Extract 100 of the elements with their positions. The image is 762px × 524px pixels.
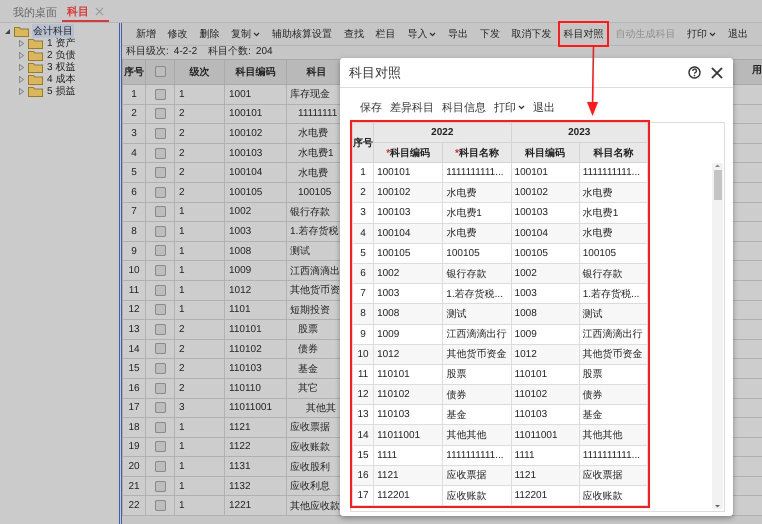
scrollbar[interactable] [712,163,723,509]
table-cell: 1111111111... [579,162,648,183]
checkbox[interactable] [154,324,166,335]
expand-toggle-icon[interactable] [18,40,25,46]
help-icon[interactable] [688,66,701,79]
scrollbar-thumb[interactable] [714,170,722,200]
table-cell: 100103 [374,202,443,224]
table-cell: 1 [174,84,224,104]
checkbox[interactable] [154,461,166,472]
toolbar-button[interactable]: 下发 [474,24,506,44]
table-cell: 银行存款 [442,263,512,284]
tree-item[interactable]: 会计科目 [32,24,74,38]
checkbox[interactable] [154,66,166,78]
checkbox[interactable] [154,108,166,120]
close-icon[interactable] [711,66,723,78]
toolbar-button[interactable]: 查找 [338,24,370,44]
toolbar-button[interactable]: 删除 [194,24,226,44]
table-cell: 12 [352,384,374,405]
toolbar-button[interactable]: 保存 [356,98,386,116]
toolbar-button[interactable]: 差异科目 [386,98,438,116]
toolbar-button[interactable]: 取消下发 [506,24,558,44]
toolbar-button[interactable]: 退出 [529,98,559,116]
column-header: 级次 [174,60,224,84]
checkbox[interactable] [154,226,166,237]
checkbox[interactable] [154,363,166,374]
toolbar-button[interactable]: 科目对照 [558,21,610,47]
checkbox[interactable] [154,343,166,354]
checkbox[interactable] [154,245,166,256]
table-cell: 10 [122,260,146,280]
expand-toggle-icon[interactable] [18,88,25,94]
table-cell: 水电费 [579,182,648,203]
checkbox[interactable] [154,304,166,316]
checkbox[interactable] [154,265,166,276]
table-cell: 21 [122,476,146,496]
tree-item[interactable]: 2 负债 [46,48,76,62]
table-cell: 15 [352,445,374,466]
checkbox[interactable] [154,148,166,158]
table-cell: 1 [352,162,374,183]
checkbox[interactable] [154,206,166,218]
scroll-down-icon[interactable] [713,504,722,509]
table-cell: 11 [352,364,374,385]
column-header: 序号 [122,60,146,84]
table-cell: 江西滴滴出行 [442,324,512,344]
column-group-header: 2022 [374,122,512,142]
table-cell: 5 [122,162,146,182]
toolbar-button[interactable]: 复制 [225,24,266,44]
checkbox[interactable] [154,284,166,296]
checkbox[interactable] [154,167,166,178]
table-cell: 6 [122,182,146,202]
table-cell: 8 [122,222,146,242]
tree-item[interactable]: 3 权益 [46,60,76,74]
toolbar-button[interactable]: 导出 [442,24,474,44]
table-cell: 2 [174,104,224,124]
expand-toggle-icon[interactable] [18,52,25,58]
expand-toggle-icon[interactable] [4,28,11,34]
checkbox[interactable] [154,186,166,198]
toolbar-button[interactable]: 导入 [401,24,442,44]
toolbar-button[interactable]: 栏目 [370,24,402,44]
toolbar-button[interactable]: 科目信息 [438,98,490,116]
table-cell: 水电费1 [442,202,512,224]
scroll-up-icon[interactable] [713,163,722,168]
table-cell: 15 [122,358,146,378]
toolbar-button[interactable]: 新增 [130,24,162,44]
checkbox[interactable] [154,88,166,100]
checkbox[interactable] [154,480,166,492]
checkbox[interactable] [154,422,166,433]
table-cell: 基金 [579,404,648,425]
table-cell: 4 [352,223,374,244]
table-cell: 110102 [224,339,286,359]
tree-item[interactable]: 5 损益 [46,84,76,98]
table-cell: 1009 [374,324,443,344]
toolbar-button[interactable]: 打印 [681,24,722,44]
toolbar-button[interactable]: 退出 [722,24,754,44]
table-cell: 1 [174,222,224,242]
checkbox[interactable] [154,441,166,452]
tree-item[interactable]: 4 成本 [46,72,76,86]
table-cell: 2 [174,339,224,359]
checkbox[interactable] [154,382,166,394]
expand-toggle-icon[interactable] [18,76,25,82]
toolbar-button[interactable]: 辅助核算设置 [266,24,338,44]
toolbar-button[interactable]: 打印 [490,98,529,116]
info-label: 科目个数: [208,46,251,58]
checkbox[interactable] [154,402,166,414]
expand-toggle-icon[interactable] [18,64,25,70]
table-cell: 1 [174,496,224,516]
table-cell: 1 [122,84,146,104]
toolbar-button[interactable]: 修改 [162,24,194,44]
checkbox[interactable] [154,128,166,139]
info-label: 科目级次: [126,46,169,58]
table-cell: 110103 [224,358,286,378]
table-cell: 1002 [511,263,580,284]
table-cell: 2 [174,320,224,340]
table-cell: 1003 [374,284,443,304]
table-cell: 2 [174,182,224,202]
table-cell: 100102 [511,182,580,203]
folder-icon [28,37,43,49]
table-cell: 银行存款 [579,263,648,284]
checkbox[interactable] [154,500,166,512]
tree-item[interactable]: 1 资产 [46,36,76,50]
table-cell: 1 [174,456,224,476]
